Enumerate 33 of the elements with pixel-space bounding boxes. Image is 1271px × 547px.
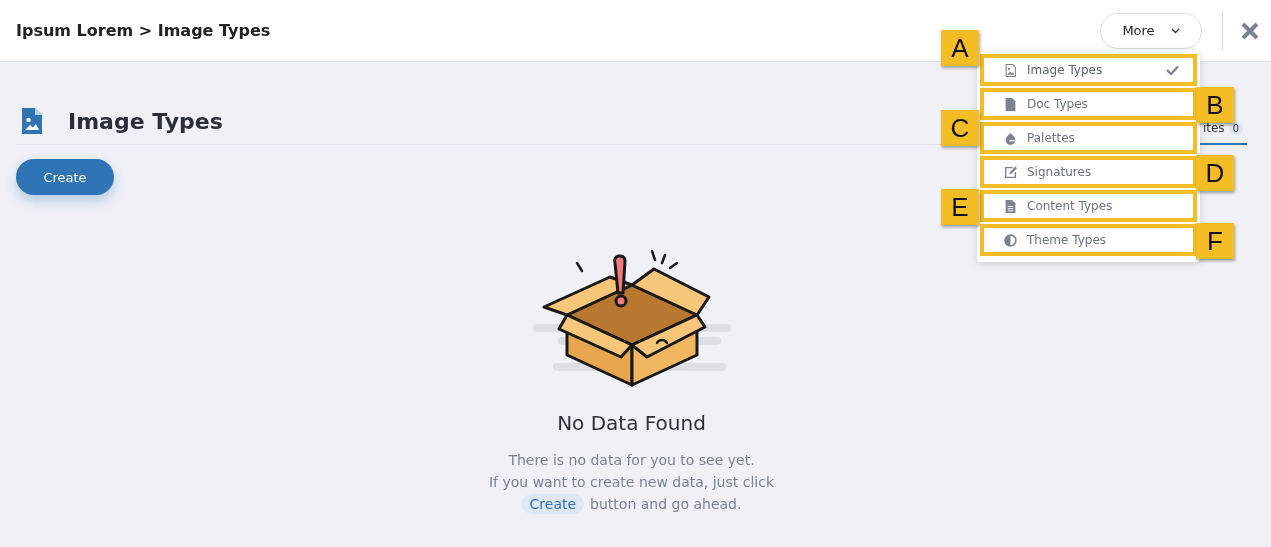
count-badge: 0 [1228,121,1243,135]
menu-item[interactable]: Palettes [980,122,1197,154]
drop-icon [1004,131,1017,145]
contrast-icon [1004,233,1017,247]
callout-label: C [941,110,979,146]
edit-icon [1004,165,1017,179]
empty-message: If you want to create new data, just click [489,473,774,492]
menu-item[interactable]: Theme Types [980,224,1197,256]
menu-item[interactable]: Doc Types [980,88,1197,120]
breadcrumb: Ipsum Lorem > Image Types [16,21,271,40]
menu-item[interactable]: Signatures [980,156,1197,188]
callout-label: E [941,189,979,225]
callout-label: B [1196,87,1234,123]
tab[interactable]: ites 0 [1198,121,1247,145]
callout-label: D [1196,155,1234,191]
more-button[interactable]: More [1100,12,1202,49]
document-icon [1004,97,1017,111]
menu-item[interactable]: Content Types [980,190,1197,222]
image-file-icon [1004,63,1017,77]
chevron-down-icon [1170,27,1180,34]
page-title: Image Types [68,108,223,134]
menu-item[interactable]: Image Types [980,54,1197,86]
check-icon [1166,65,1179,75]
callout-label: F [1196,223,1234,259]
image-file-icon [22,108,42,134]
empty-title: No Data Found [557,411,706,435]
callout-label: A [941,30,979,66]
create-button[interactable]: Create [16,159,114,195]
create-chip-button[interactable]: Create [521,494,585,514]
text-file-icon [1004,199,1017,213]
empty-message: button and go ahead. [590,495,742,514]
close-icon[interactable] [1241,21,1259,40]
empty-message: There is no data for you to see yet. [508,451,755,470]
